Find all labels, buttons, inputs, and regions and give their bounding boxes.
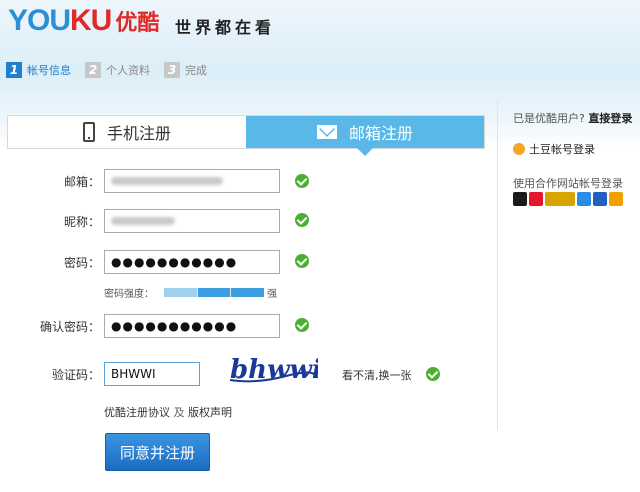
- tudou-icon: [513, 143, 525, 155]
- password-label: 密码：: [63, 255, 100, 270]
- captcha-valid-icon: [426, 367, 440, 381]
- agree-register-button[interactable]: 同意并注册: [105, 433, 210, 471]
- phone-icon: [82, 122, 95, 142]
- confirm-row: 确认密码：: [0, 314, 100, 338]
- password-row: 密码：: [0, 250, 100, 274]
- step-label: 完成: [185, 64, 207, 77]
- captcha-row: 验证码：: [0, 362, 100, 386]
- blurred-nickname-value: [111, 217, 175, 225]
- partner-icons: [513, 192, 623, 206]
- tudou-login[interactable]: 土豆帐号登录: [513, 141, 595, 157]
- email-row: 邮箱：: [0, 169, 100, 193]
- header: YOU KU 优酷 世界都在看: [0, 0, 640, 50]
- confirm-valid-icon: [295, 318, 309, 332]
- confirm-password-field[interactable]: ●●●●●●●●●●●: [104, 314, 280, 338]
- email-valid-icon: [295, 174, 309, 188]
- mail-icon: [316, 125, 337, 139]
- strength-bar: [164, 288, 265, 297]
- step-account-info: 1 帐号信息: [6, 62, 71, 78]
- password-field[interactable]: ●●●●●●●●●●●: [104, 250, 280, 274]
- nickname-valid-icon: [295, 213, 309, 227]
- partner-login-label: 使用合作网站帐号登录: [513, 177, 623, 190]
- captcha-input[interactable]: BHWWI: [104, 362, 200, 386]
- already-user-line: 已是优酷用户? 直接登录: [513, 110, 632, 126]
- logo-you: YOU: [8, 4, 71, 37]
- blurred-email-value: [111, 177, 223, 185]
- email-label: 邮箱：: [63, 174, 100, 189]
- step-number: 1: [6, 62, 22, 78]
- register-tabs: 手机注册 邮箱注册: [7, 115, 485, 156]
- strength-text: 强: [267, 289, 277, 300]
- agreement-link[interactable]: 优酷注册协议: [104, 406, 170, 419]
- tab-label: 邮箱注册: [348, 124, 413, 143]
- qzone-icon[interactable]: [577, 192, 591, 206]
- captcha-image[interactable]: bhwwi: [226, 352, 318, 388]
- captcha-label: 验证码：: [51, 367, 100, 382]
- nickname-row: 昵称：: [0, 209, 100, 233]
- refresh-captcha-link[interactable]: 看不清,换一张: [342, 367, 412, 383]
- tudou-login-text: 土豆帐号登录: [529, 143, 595, 156]
- password-strength: 密码强度： 强: [104, 285, 277, 300]
- agreement-line: 优酷注册协议 及 版权声明: [104, 404, 232, 420]
- step-personal-info: 2 个人资料: [85, 62, 150, 78]
- logo-cn: 优酷: [115, 11, 160, 36]
- alipay-icon[interactable]: [545, 192, 575, 206]
- progress-steps: 1 帐号信息 2 个人资料 3 完成: [6, 62, 207, 78]
- nickname-label: 昵称：: [63, 214, 100, 229]
- password-valid-icon: [295, 254, 309, 268]
- step-number: 2: [85, 62, 101, 78]
- tab-label: 手机注册: [106, 124, 171, 143]
- vertical-divider: [497, 100, 498, 430]
- tab-phone-register[interactable]: 手机注册: [8, 116, 246, 148]
- agreement-and: 及: [173, 406, 185, 419]
- qq-icon[interactable]: [513, 192, 527, 206]
- nickname-field[interactable]: [104, 209, 280, 233]
- kaixin-icon[interactable]: [609, 192, 623, 206]
- step-number: 3: [164, 62, 180, 78]
- strength-label: 密码强度：: [104, 289, 154, 300]
- direct-login-link[interactable]: 直接登录: [588, 112, 632, 125]
- step-label: 个人资料: [106, 64, 150, 77]
- step-complete: 3 完成: [164, 62, 207, 78]
- tab-email-register[interactable]: 邮箱注册: [246, 116, 484, 156]
- copyright-link[interactable]: 版权声明: [188, 406, 232, 419]
- slogan: 世界都在看: [175, 18, 276, 37]
- youku-logo[interactable]: YOU KU 优酷: [8, 4, 159, 44]
- logo-ku: KU: [70, 4, 112, 37]
- already-user-text: 已是优酷用户?: [513, 112, 585, 125]
- step-label: 帐号信息: [27, 64, 71, 77]
- email-field[interactable]: [104, 169, 280, 193]
- weibo-icon[interactable]: [529, 192, 543, 206]
- renren-icon[interactable]: [593, 192, 607, 206]
- confirm-label: 确认密码：: [39, 319, 100, 334]
